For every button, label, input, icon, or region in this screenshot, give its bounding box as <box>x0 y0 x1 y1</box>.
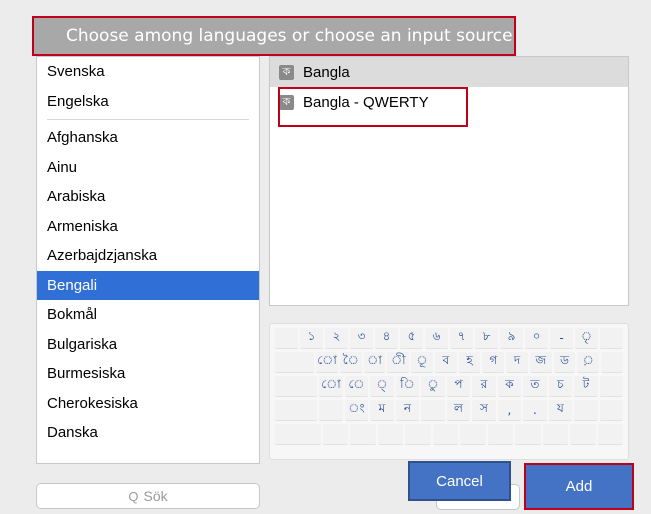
keyboard-key: ূ <box>411 352 433 373</box>
keyboard-key <box>350 424 376 445</box>
language-item[interactable]: Arabiska <box>37 182 259 212</box>
keyboard-key <box>322 424 349 445</box>
keyboard-key <box>599 400 624 421</box>
language-list[interactable]: Svenska Engelska Afghanska Ainu Arabiska Arm… <box>36 56 260 464</box>
keyboard-key: া <box>363 352 386 373</box>
keyboard-key: ৩ <box>350 328 373 349</box>
keyboard-key: প <box>446 376 471 397</box>
keyboard-key <box>275 376 318 397</box>
keyboard-key <box>597 424 623 445</box>
language-item[interactable]: Danska <box>37 418 259 448</box>
search-placeholder: Sök <box>143 488 168 504</box>
keyboard-layout-preview: ১ ২ ৩ ৪ ৫ ৬ ৭ ৮ ৯ ০-ৃোৈাীূ ব হ গ দ জ ড়োে্িু প র ক ত চ টং ম ন ল স… <box>269 323 629 460</box>
language-item[interactable]: Engelska <box>37 87 259 117</box>
keyboard-key: , <box>497 400 522 421</box>
keyboard-key: ব <box>434 352 457 373</box>
keyboard-key: ি <box>395 376 420 397</box>
keyboard-key: - <box>550 328 573 349</box>
cancel-button[interactable]: Cancel <box>408 461 511 501</box>
keyboard-row: োৈাীূ ব হ গ দ জ ড় <box>274 352 624 373</box>
magnifier-icon: Q <box>128 488 139 504</box>
keyboard-key: হ <box>458 352 481 373</box>
language-item[interactable]: Afghanska <box>37 123 259 153</box>
keyboard-key: ৪ <box>375 328 398 349</box>
keyboard-key: ড <box>553 352 576 373</box>
keyboard-key: ু <box>421 376 445 397</box>
keyboard-key: ক <box>497 376 522 397</box>
keyboard-key: গ <box>482 352 505 373</box>
keyboard-key <box>460 424 486 445</box>
keyboard-key <box>405 424 431 445</box>
keyboard-key <box>275 424 321 445</box>
language-item[interactable]: Bengali <box>37 270 259 300</box>
keyboard-key: ী <box>387 352 410 373</box>
keyboard-key: ০ <box>525 328 548 349</box>
keyboard-key: ্ <box>370 376 394 397</box>
keyboard-key: ন <box>395 400 420 421</box>
input-source-label: Bangla <box>303 63 350 81</box>
keyboard-key: ় <box>577 352 600 373</box>
keyboard-row: োে্িু প র ক ত চ ট <box>274 376 624 397</box>
language-item[interactable]: Ainu <box>37 153 259 183</box>
language-item[interactable]: Cherokesiska <box>37 389 259 419</box>
keyboard-key <box>600 328 623 349</box>
keyboard-key: ং <box>344 400 369 421</box>
keyboard-key <box>377 424 404 445</box>
search-input[interactable]: Q Sök <box>36 483 260 509</box>
keyboard-key: ট <box>574 376 598 397</box>
keyboard-key: . <box>523 400 547 421</box>
language-item[interactable]: Burmesiska <box>37 359 259 389</box>
input-source-item[interactable]: ক Bangla <box>270 57 628 87</box>
add-button[interactable]: Add <box>524 463 634 510</box>
language-item[interactable]: Bokmål <box>37 300 259 330</box>
keyboard-key <box>574 400 598 421</box>
keyboard-key: ৯ <box>500 328 523 349</box>
bangla-script-icon: ক <box>279 64 294 80</box>
keyboard-key: ো <box>319 376 343 397</box>
keyboard-key <box>542 424 569 445</box>
keyboard-key: ৭ <box>450 328 473 349</box>
keyboard-row: ১ ২ ৩ ৪ ৫ ৬ ৭ ৮ ৯ ০-ৃ <box>274 328 624 349</box>
language-item[interactable]: Armeniska <box>37 212 259 242</box>
keyboard-key <box>487 424 514 445</box>
keyboard-key: চ <box>548 376 573 397</box>
keyboard-key <box>319 400 343 421</box>
keyboard-key <box>275 328 298 349</box>
keyboard-key: জ <box>529 352 552 373</box>
keyboard-key: ১ <box>300 328 323 349</box>
language-item[interactable]: Bulgariska <box>37 330 259 360</box>
keyboard-row <box>274 424 624 445</box>
keyboard-key: ল <box>446 400 471 421</box>
instruction-banner: Choose among languages or choose an inpu… <box>32 16 516 56</box>
keyboard-key: স <box>472 400 496 421</box>
keyboard-key: র <box>472 376 496 397</box>
keyboard-key <box>601 352 623 373</box>
keyboard-key: য <box>548 400 573 421</box>
keyboard-key: ৃ <box>575 328 598 349</box>
keyboard-row: ং ম ন ল স,. য <box>274 400 624 421</box>
list-divider <box>47 119 249 120</box>
keyboard-key <box>432 424 459 445</box>
keyboard-key <box>515 424 541 445</box>
keyboard-key <box>599 376 624 397</box>
keyboard-key: ২ <box>325 328 348 349</box>
keyboard-key <box>275 400 318 421</box>
keyboard-key: ত <box>523 376 547 397</box>
keyboard-key: ে <box>344 376 369 397</box>
keyboard-key: ৬ <box>425 328 448 349</box>
keyboard-key: ো <box>316 352 338 373</box>
keyboard-key: দ <box>506 352 528 373</box>
keyboard-key <box>570 424 596 445</box>
keyboard-key: ৮ <box>475 328 498 349</box>
keyboard-key: ৫ <box>400 328 423 349</box>
bangla-qwerty-highlight <box>278 87 468 127</box>
keyboard-key: ম <box>370 400 394 421</box>
language-item[interactable]: Azerbajdzjanska <box>37 241 259 271</box>
keyboard-key <box>421 400 445 421</box>
language-item[interactable]: Svenska <box>37 57 259 87</box>
keyboard-key: ৈ <box>339 352 362 373</box>
keyboard-key <box>275 352 315 373</box>
